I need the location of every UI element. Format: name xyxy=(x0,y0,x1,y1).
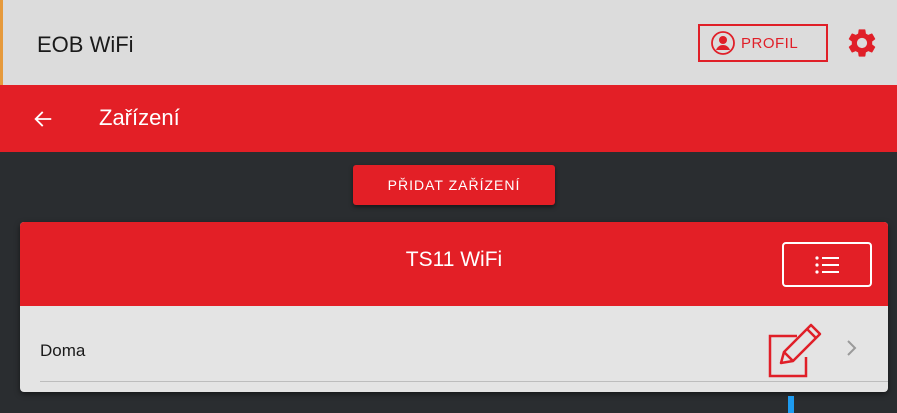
app-title: EOB WiFi xyxy=(37,32,134,57)
device-location-label: Doma xyxy=(40,341,86,360)
device-location-row[interactable]: Doma xyxy=(20,306,888,380)
page-header: Zařízení xyxy=(0,85,897,152)
profile-label: PROFIL xyxy=(741,34,799,52)
scroll-indicator xyxy=(788,396,794,413)
profile-button[interactable]: PROFIL xyxy=(698,24,828,62)
device-menu-button[interactable] xyxy=(782,242,872,287)
device-name: TS11 WiFi xyxy=(405,248,503,271)
edit-pencil-icon[interactable] xyxy=(767,323,827,379)
list-menu-icon xyxy=(815,255,839,274)
add-device-button[interactable]: PŘIDAT ZAŘÍZENÍ xyxy=(353,165,555,205)
back-arrow-icon[interactable] xyxy=(32,108,54,130)
settings-gear-icon[interactable] xyxy=(845,26,879,60)
user-icon xyxy=(711,31,735,55)
chevron-right-icon xyxy=(847,340,857,356)
app-top-bar: EOB WiFi PROFIL xyxy=(0,0,897,85)
row-divider xyxy=(40,381,888,382)
device-card: TS11 WiFi Doma xyxy=(20,222,888,392)
page-title: Zařízení xyxy=(99,105,180,130)
device-card-header: TS11 WiFi xyxy=(20,222,888,306)
